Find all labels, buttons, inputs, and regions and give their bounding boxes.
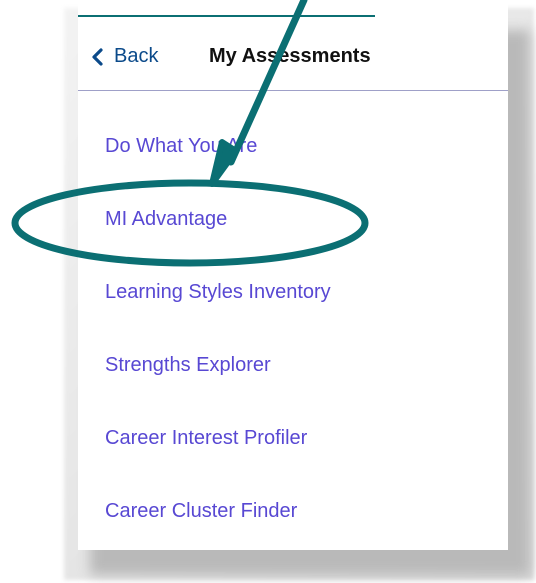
menu-item-career-cluster-finder[interactable]: Career Cluster Finder	[105, 497, 331, 570]
menu-item-learning-styles-inventory[interactable]: Learning Styles Inventory	[105, 278, 331, 351]
assessment-list: Do What You Are MI Advantage Learning St…	[105, 132, 331, 570]
screenshot-stage: Back My Assessments Do What You Are MI A…	[0, 0, 536, 583]
chevron-left-icon	[92, 47, 103, 66]
menu-item-career-interest-profiler[interactable]: Career Interest Profiler	[105, 424, 331, 497]
panel-top-divider	[78, 15, 375, 17]
assessments-panel: Back My Assessments Do What You Are MI A…	[78, 0, 508, 550]
menu-item-strengths-explorer[interactable]: Strengths Explorer	[105, 351, 331, 424]
menu-item-do-what-you-are[interactable]: Do What You Are	[105, 132, 331, 205]
back-label: Back	[114, 45, 159, 67]
back-button[interactable]: Back	[90, 45, 158, 68]
panel-header: Back My Assessments	[78, 28, 508, 91]
menu-item-mi-advantage[interactable]: MI Advantage	[105, 205, 331, 278]
page-title: My Assessments	[209, 45, 371, 67]
